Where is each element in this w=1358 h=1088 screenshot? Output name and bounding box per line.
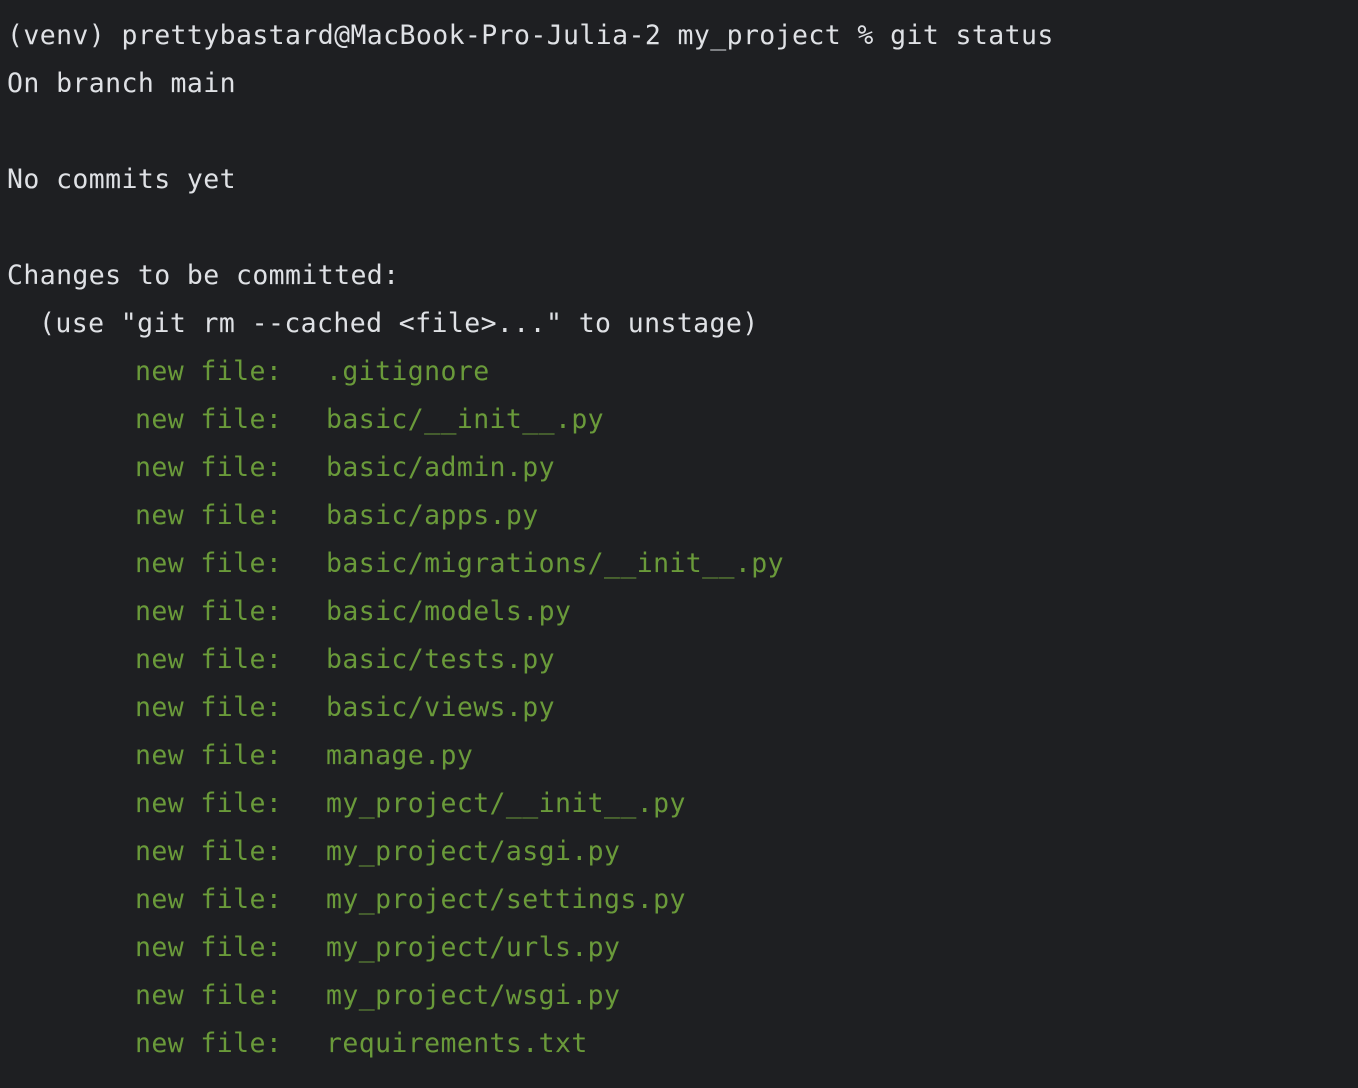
file-path: manage.py (326, 740, 474, 771)
staged-file-row: new file: my_project/asgi.py (7, 828, 1358, 876)
file-path: basic/views.py (326, 692, 555, 723)
prompt-line: (venv) prettybastard@MacBook-Pro-Julia-2… (7, 20, 1054, 51)
branch-line: On branch main (7, 68, 236, 99)
staged-file-row: new file: manage.py (7, 732, 1358, 780)
staged-file-row: new file: basic/__init__.py (7, 396, 1358, 444)
file-path: requirements.txt (326, 1028, 588, 1059)
status-label: new file: (135, 644, 283, 675)
commits-line: No commits yet (7, 164, 236, 195)
status-label: new file: (135, 452, 283, 483)
file-path: basic/migrations/__init__.py (326, 548, 784, 579)
file-path: basic/admin.py (326, 452, 555, 483)
changes-header: Changes to be committed: (7, 260, 400, 291)
file-path: my_project/urls.py (326, 932, 621, 963)
staged-file-row: new file: basic/apps.py (7, 492, 1358, 540)
status-label: new file: (135, 404, 283, 435)
status-label: new file: (135, 980, 283, 1011)
status-label: new file: (135, 596, 283, 627)
file-path: my_project/asgi.py (326, 836, 621, 867)
status-label: new file: (135, 788, 283, 819)
staged-file-row: new file: my_project/settings.py (7, 876, 1358, 924)
staged-file-row: new file: basic/tests.py (7, 636, 1358, 684)
file-path: basic/models.py (326, 596, 572, 627)
file-path: my_project/wsgi.py (326, 980, 621, 1011)
staged-file-row: new file: basic/admin.py (7, 444, 1358, 492)
staged-file-row: new file: my_project/__init__.py (7, 780, 1358, 828)
status-label: new file: (135, 356, 283, 387)
staged-file-row: new file: my_project/urls.py (7, 924, 1358, 972)
file-path: .gitignore (326, 356, 490, 387)
status-label: new file: (135, 1028, 283, 1059)
unstage-hint: (use "git rm --cached <file>..." to unst… (39, 308, 759, 339)
staged-file-row: new file: basic/models.py (7, 588, 1358, 636)
status-label: new file: (135, 740, 283, 771)
file-path: basic/__init__.py (326, 404, 605, 435)
staged-file-row: new file: requirements.txt (7, 1020, 1358, 1068)
staged-file-row: new file: basic/views.py (7, 684, 1358, 732)
status-label: new file: (135, 884, 283, 915)
status-label: new file: (135, 500, 283, 531)
staged-file-row: new file: .gitignore (7, 348, 1358, 396)
staged-file-row: new file: my_project/wsgi.py (7, 972, 1358, 1020)
file-path: my_project/settings.py (326, 884, 686, 915)
status-label: new file: (135, 836, 283, 867)
status-label: new file: (135, 692, 283, 723)
terminal-output[interactable]: (venv) prettybastard@MacBook-Pro-Julia-2… (0, 0, 1358, 1088)
status-label: new file: (135, 932, 283, 963)
file-path: my_project/__init__.py (326, 788, 686, 819)
status-label: new file: (135, 548, 283, 579)
file-path: basic/apps.py (326, 500, 539, 531)
staged-file-row: new file: basic/migrations/__init__.py (7, 540, 1358, 588)
file-path: basic/tests.py (326, 644, 555, 675)
